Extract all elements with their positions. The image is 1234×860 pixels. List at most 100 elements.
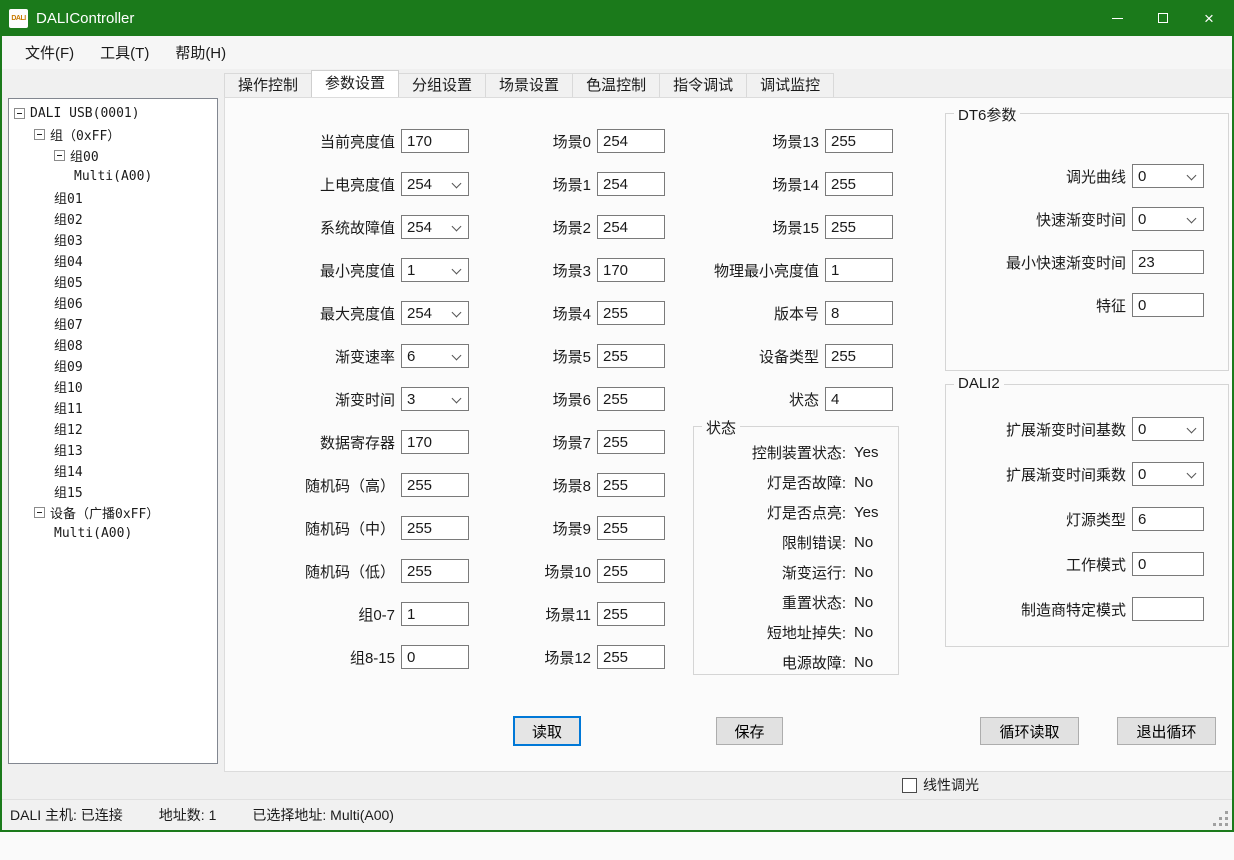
field-combobox[interactable]: 1 — [401, 258, 469, 282]
field-input[interactable] — [825, 129, 893, 153]
minimize-button[interactable] — [1094, 0, 1140, 36]
tree-node[interactable]: 组08 — [9, 334, 217, 355]
field-input[interactable] — [401, 473, 469, 497]
exit-loop-button[interactable]: 退出循环 — [1117, 717, 1216, 745]
field-input[interactable] — [825, 344, 893, 368]
menu-item[interactable]: 文件(F) — [12, 36, 87, 69]
scene-input[interactable] — [597, 473, 665, 497]
menu-item[interactable]: 工具(T) — [87, 36, 162, 69]
field-input[interactable] — [825, 215, 893, 239]
scene-input[interactable] — [597, 344, 665, 368]
tree-node[interactable]: 组01 — [9, 187, 217, 208]
tree-node[interactable]: 组06 — [9, 292, 217, 313]
loop-read-button[interactable]: 循环读取 — [980, 717, 1079, 745]
linear-dimming-checkbox[interactable]: 线性调光 — [902, 775, 979, 795]
tree-node[interactable]: 组12 — [9, 418, 217, 439]
tree-node[interactable]: 组00 — [9, 145, 217, 166]
scene-input[interactable] — [597, 602, 665, 626]
window-title: DALIController — [36, 10, 134, 27]
tree-node[interactable]: 组15 — [9, 481, 217, 502]
field-input[interactable] — [1132, 552, 1204, 576]
field-input[interactable] — [401, 602, 469, 626]
tree-node[interactable]: 组04 — [9, 250, 217, 271]
tree-node[interactable]: 组07 — [9, 313, 217, 334]
resize-grip-icon[interactable] — [1225, 823, 1228, 826]
tab[interactable]: 指令调试 — [659, 73, 747, 97]
field-input[interactable] — [401, 559, 469, 583]
tree-node-label: 组10 — [54, 377, 83, 396]
scene-input[interactable] — [597, 129, 665, 153]
status-value: No — [854, 594, 873, 611]
maximize-button[interactable] — [1140, 0, 1186, 36]
tab[interactable]: 操作控制 — [224, 73, 312, 97]
field-input[interactable] — [401, 645, 469, 669]
tab[interactable]: 场景设置 — [485, 73, 573, 97]
scene-input[interactable] — [597, 430, 665, 454]
field-combobox[interactable]: 0 — [1132, 462, 1204, 486]
field-combobox[interactable]: 3 — [401, 387, 469, 411]
field-input[interactable] — [825, 387, 893, 411]
field-combobox[interactable]: 0 — [1132, 207, 1204, 231]
field-label: 渐变时间 — [273, 389, 401, 410]
menu-item[interactable]: 帮助(H) — [162, 36, 239, 69]
field-input[interactable] — [401, 516, 469, 540]
field-input[interactable] — [1132, 250, 1204, 274]
read-button[interactable]: 读取 — [513, 716, 581, 746]
tree-node[interactable]: Multi(A00) — [9, 166, 217, 187]
tree-collapse-icon[interactable] — [34, 129, 45, 140]
tree-node[interactable]: 组05 — [9, 271, 217, 292]
tree-node[interactable]: 组02 — [9, 208, 217, 229]
field-combobox[interactable]: 254 — [401, 301, 469, 325]
tree-node[interactable]: 组10 — [9, 376, 217, 397]
field-combobox[interactable]: 6 — [401, 344, 469, 368]
tree-node[interactable]: DALI USB(0001) — [9, 103, 217, 124]
field-input[interactable] — [401, 430, 469, 454]
form-row: 当前亮度值 — [273, 129, 469, 153]
field-input[interactable] — [1132, 507, 1204, 531]
field-input[interactable] — [825, 172, 893, 196]
field-input[interactable] — [1132, 293, 1204, 317]
status-label: 控制装置状态: — [694, 442, 846, 463]
field-input[interactable] — [401, 129, 469, 153]
tree-node[interactable]: 组11 — [9, 397, 217, 418]
form-row: 快速渐变时间 0 — [946, 207, 1218, 231]
tree-node[interactable]: 组（0xFF） — [9, 124, 217, 145]
scene-input[interactable] — [597, 516, 665, 540]
tree-node[interactable]: 组13 — [9, 439, 217, 460]
field-input[interactable] — [825, 301, 893, 325]
tab[interactable]: 分组设置 — [398, 73, 486, 97]
field-combobox[interactable]: 254 — [401, 215, 469, 239]
tree-collapse-icon[interactable] — [14, 108, 25, 119]
field-combobox[interactable]: 0 — [1132, 164, 1204, 188]
tree-collapse-icon[interactable] — [54, 150, 65, 161]
close-button[interactable]: × — [1186, 0, 1232, 36]
field-label: 数据寄存器 — [273, 432, 401, 453]
tree-node[interactable]: 设备（广播0xFF） — [9, 502, 217, 523]
tab[interactable]: 参数设置 — [311, 70, 399, 97]
scene-input[interactable] — [597, 559, 665, 583]
scene-input[interactable] — [597, 645, 665, 669]
tree-node[interactable]: 组09 — [9, 355, 217, 376]
field-label: 随机码（中） — [273, 518, 401, 539]
field-input[interactable] — [825, 258, 893, 282]
device-tree[interactable]: DALI USB(0001) 组（0xFF） 组00 Multi(A00) 组0… — [8, 98, 218, 764]
tab[interactable]: 色温控制 — [572, 73, 660, 97]
tree-collapse-icon[interactable] — [34, 507, 45, 518]
tree-node[interactable]: 组14 — [9, 460, 217, 481]
tree-node-label: 组00 — [70, 146, 99, 165]
form-row: 场景2 — [469, 215, 665, 239]
scene-input[interactable] — [597, 172, 665, 196]
tab[interactable]: 调试监控 — [746, 73, 834, 97]
scene-input[interactable] — [597, 258, 665, 282]
field-input[interactable] — [1132, 597, 1204, 621]
tree-node[interactable]: Multi(A00) — [9, 523, 217, 544]
field-combobox[interactable]: 254 — [401, 172, 469, 196]
save-button[interactable]: 保存 — [716, 717, 783, 745]
field-combobox[interactable]: 0 — [1132, 417, 1204, 441]
scene-input[interactable] — [597, 301, 665, 325]
scene-input[interactable] — [597, 215, 665, 239]
form-row: 状态 — [683, 387, 893, 411]
scene-input[interactable] — [597, 387, 665, 411]
tree-node[interactable]: 组03 — [9, 229, 217, 250]
form-row: 组8-15 — [273, 645, 469, 669]
